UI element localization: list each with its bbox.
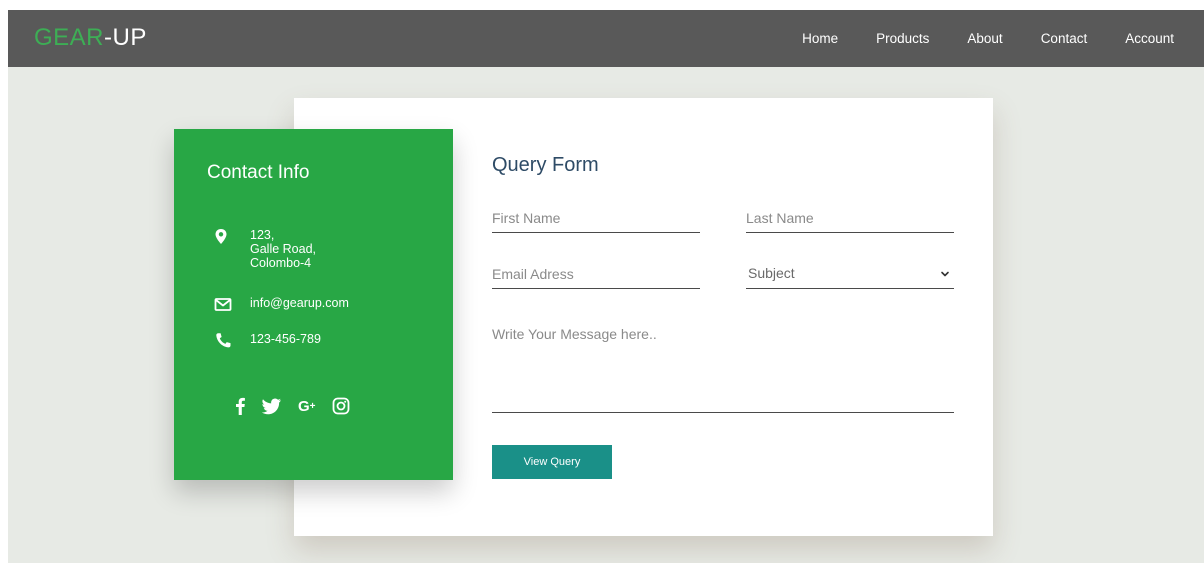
logo-accent: GEAR xyxy=(34,24,105,51)
view-query-button[interactable]: View Query xyxy=(492,445,612,479)
twitter-icon[interactable] xyxy=(262,398,282,415)
form-title: Query Form xyxy=(492,154,599,176)
address-text: 123, Galle Road, Colombo-4 xyxy=(250,228,316,270)
instagram-icon[interactable] xyxy=(332,397,350,415)
subject-select[interactable]: Subject xyxy=(746,263,954,289)
nav-link-contact[interactable]: Contact xyxy=(1041,31,1088,46)
phone-text: 123-456-789 xyxy=(250,332,321,346)
address-line-1: 123, xyxy=(250,228,275,242)
map-pin-icon xyxy=(215,229,227,244)
last-name-input[interactable] xyxy=(746,209,954,233)
address-line-2: Galle Road, xyxy=(250,242,317,256)
nav-link-products[interactable]: Products xyxy=(876,31,929,46)
contact-info-card: Contact Info 123, Galle Road, Colombo-4 … xyxy=(174,129,453,480)
address-row: 123, Galle Road, Colombo-4 xyxy=(214,228,316,270)
chevron-down-icon xyxy=(941,271,949,277)
facebook-icon[interactable] xyxy=(234,397,246,415)
subject-selected-value: Subject xyxy=(748,265,795,281)
social-links: G + xyxy=(234,397,366,415)
google-plus-icon[interactable]: G + xyxy=(298,398,316,415)
nav-link-about[interactable]: About xyxy=(967,31,1002,46)
first-name-input[interactable] xyxy=(492,209,700,233)
page: GEAR-UP Home Products About Contact Acco… xyxy=(8,10,1204,563)
email-text: info@gearup.com xyxy=(250,296,349,310)
nav-link-home[interactable]: Home xyxy=(802,31,838,46)
logo-rest: -UP xyxy=(104,24,147,51)
navbar: GEAR-UP Home Products About Contact Acco… xyxy=(8,10,1204,67)
nav-link-account[interactable]: Account xyxy=(1125,31,1174,46)
phone-row: 123-456-789 xyxy=(214,332,321,350)
address-line-3: Colombo-4 xyxy=(250,256,312,270)
phone-icon xyxy=(216,333,231,348)
contact-info-title: Contact Info xyxy=(207,162,310,183)
message-textarea[interactable] xyxy=(492,324,954,413)
email-row: info@gearup.com xyxy=(214,296,349,314)
email-input[interactable] xyxy=(492,265,700,289)
logo[interactable]: GEAR-UP xyxy=(34,24,147,52)
nav-links: Home Products About Contact Account xyxy=(802,10,1204,67)
envelope-icon xyxy=(214,298,232,311)
